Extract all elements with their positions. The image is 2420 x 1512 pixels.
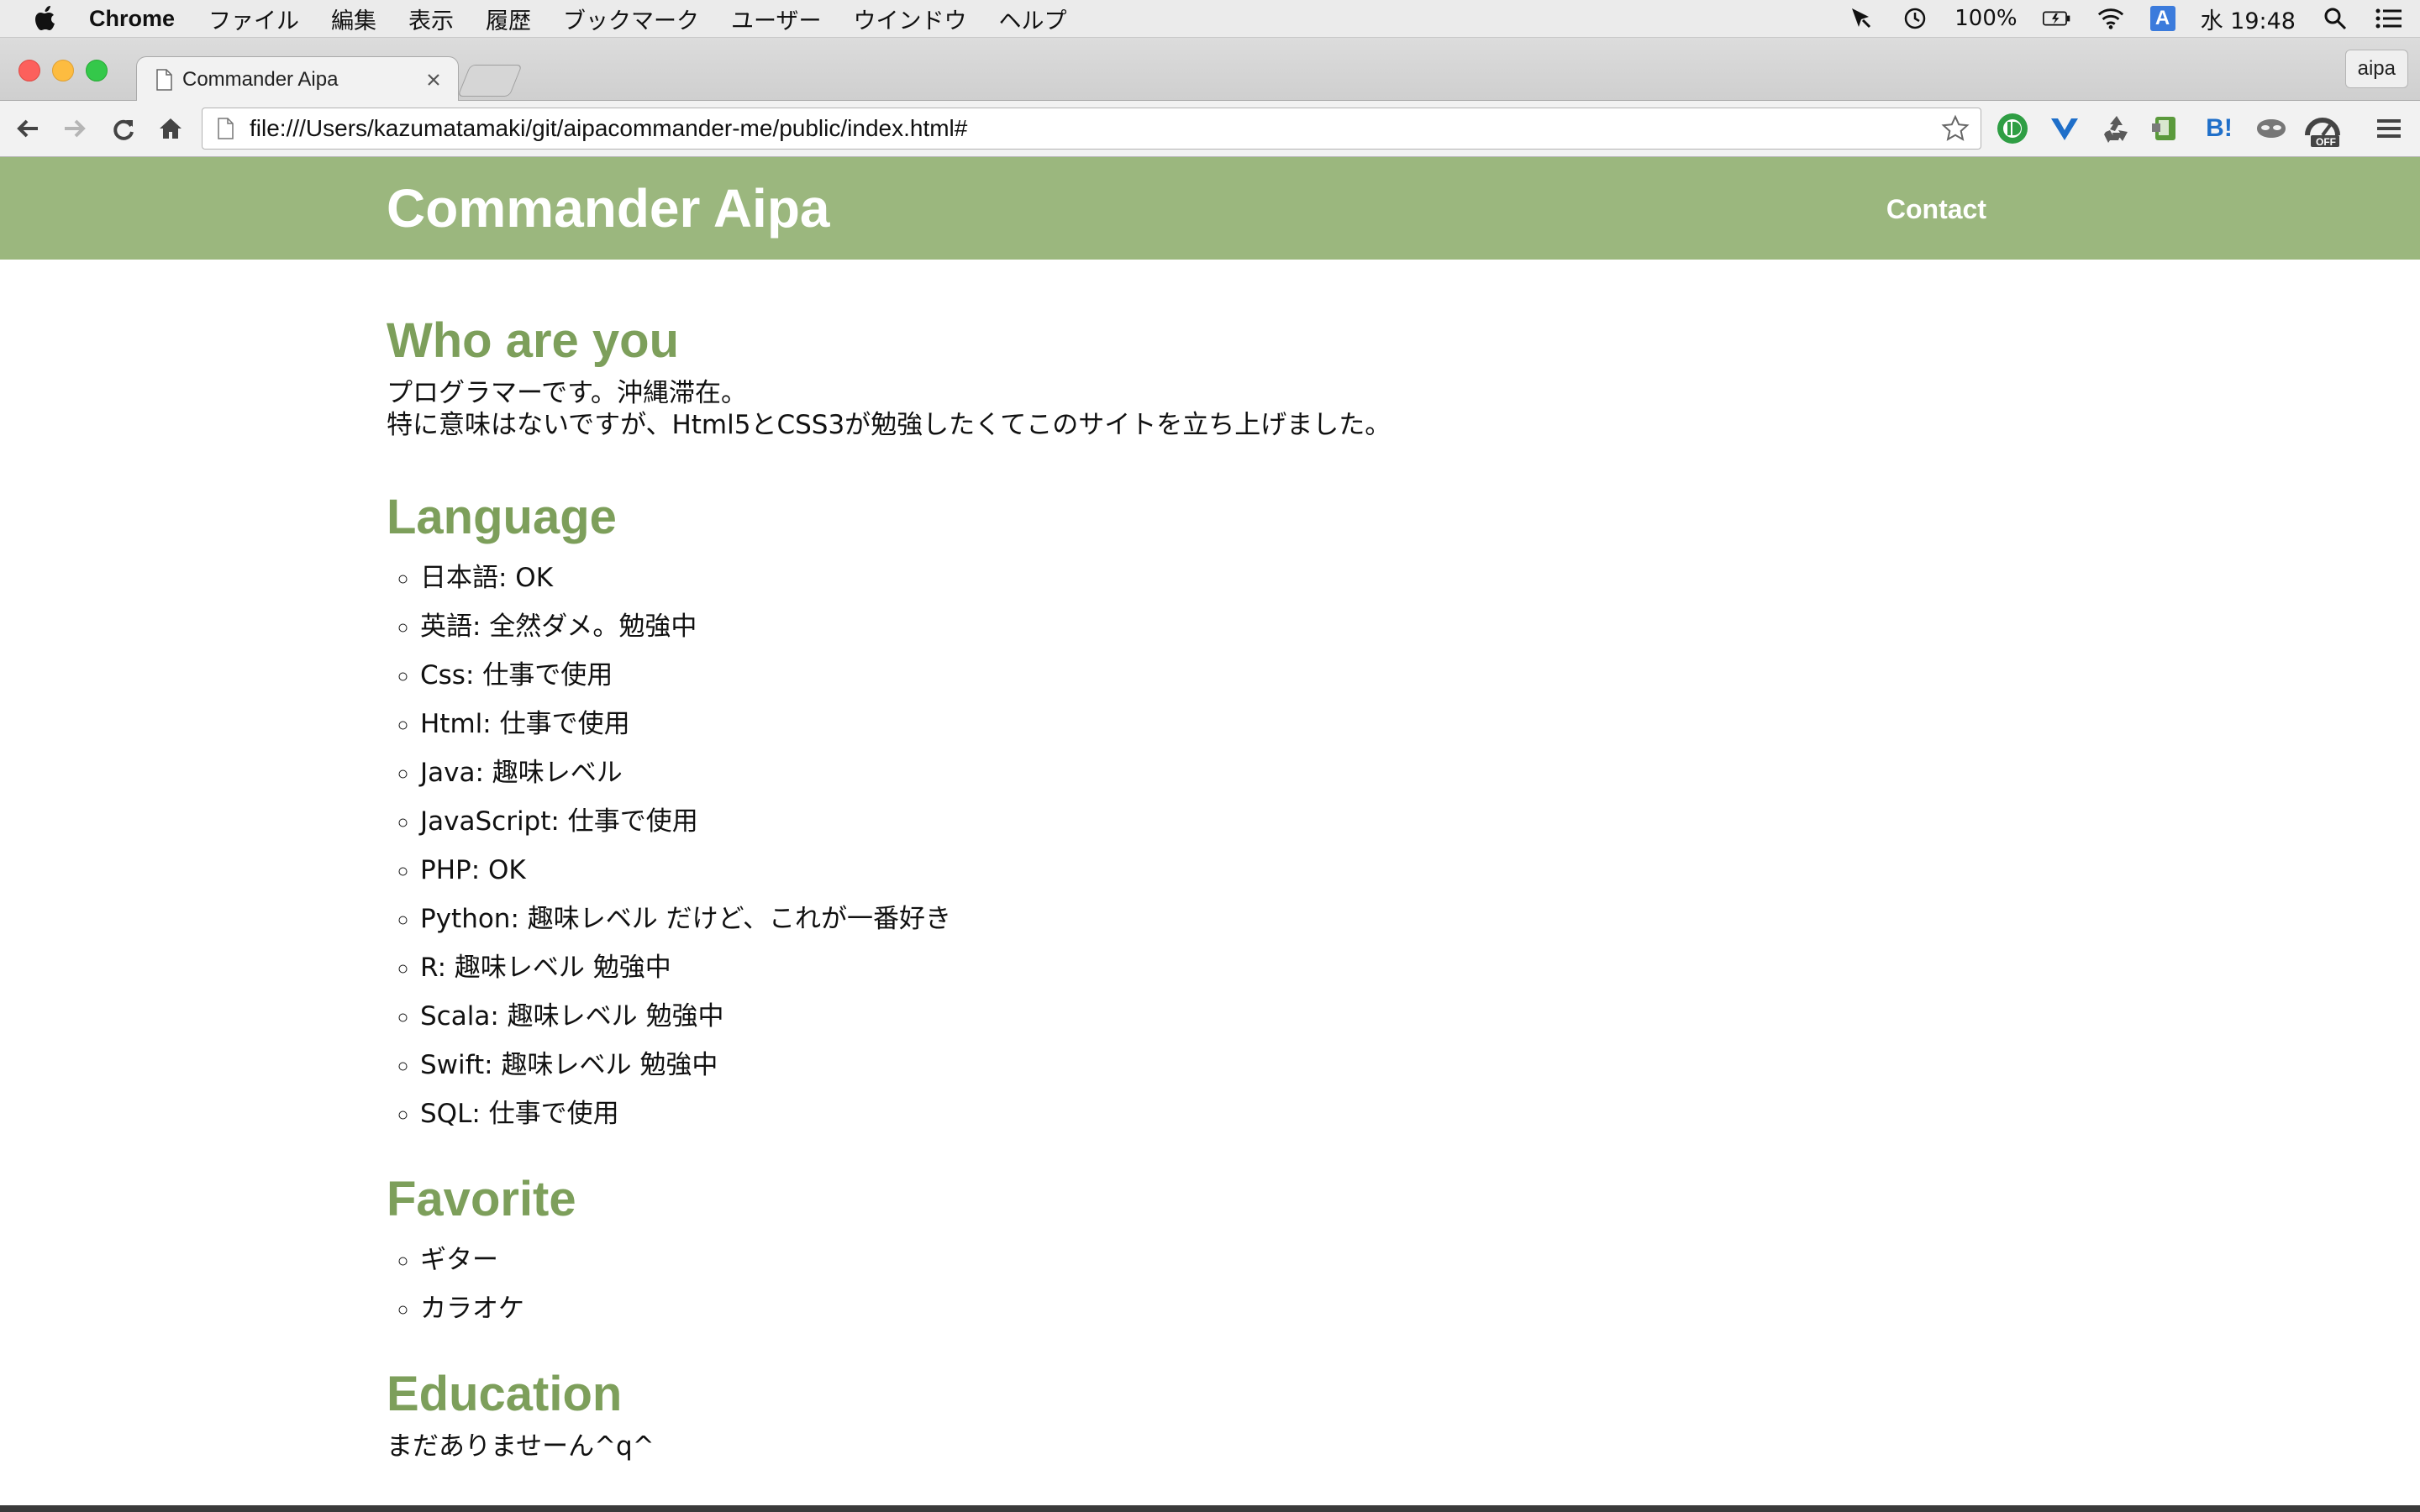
page-icon — [155, 68, 172, 91]
zoom-window-button[interactable] — [86, 60, 108, 81]
list-item: 英語: 全然ダメ。勉強中 — [420, 602, 2033, 651]
apple-icon[interactable] — [32, 4, 60, 33]
list-item: Python: 趣味レベル だけど、これが一番好き — [420, 895, 2033, 943]
site-title[interactable]: Commander Aipa — [387, 177, 830, 239]
home-icon[interactable] — [155, 113, 187, 144]
list-item: PHP: OK — [420, 846, 2033, 895]
list-item: Java: 趣味レベル — [420, 748, 2033, 797]
window-bottom-edge — [0, 1505, 2420, 1512]
list-item: Swift: 趣味レベル 勉強中 — [420, 1041, 2033, 1089]
section-education: Education まだありませーん^q^ — [387, 1365, 2033, 1462]
spotlight-search-icon[interactable] — [2321, 4, 2349, 33]
address-bar[interactable] — [202, 108, 1981, 150]
extension-recycle-icon[interactable] — [2099, 111, 2134, 146]
extension-id-icon[interactable] — [1995, 111, 2030, 146]
section-heading: Education — [387, 1367, 623, 1421]
extension-speedometer-off-icon[interactable]: OFF — [2302, 111, 2343, 148]
new-tab-button[interactable] — [457, 65, 523, 97]
profile-button[interactable]: aipa — [2344, 50, 2408, 88]
list-item: カラオケ — [420, 1284, 2033, 1333]
notification-center-icon[interactable] — [2375, 4, 2403, 33]
list-item: Scala: 趣味レベル 勉強中 — [420, 992, 2033, 1041]
clock[interactable]: 水 19:48 — [2201, 3, 2296, 35]
browser-toolbar: B! OFF — [0, 101, 2420, 157]
tab-commander-aipa[interactable]: Commander Aipa — [136, 56, 459, 102]
chrome-menu-icon[interactable] — [2371, 111, 2407, 146]
extension-off-label: OFF — [2316, 136, 2336, 148]
favorite-list: ギター カラオケ — [387, 1236, 2033, 1333]
list-item: Html: 仕事で使用 — [420, 700, 2033, 748]
list-item: SQL: 仕事で使用 — [420, 1089, 2033, 1138]
list-item: 日本語: OK — [420, 554, 2033, 602]
close-window-button[interactable] — [18, 60, 40, 81]
minimize-window-button[interactable] — [52, 60, 74, 81]
time-machine-icon[interactable] — [1901, 4, 1929, 33]
main-content: Who are you プログラマーです。沖縄滞在。 特に意味はないですが、Ht… — [387, 260, 2033, 1462]
menu-people[interactable]: ユーザー — [731, 3, 821, 35]
menu-history[interactable]: 履歴 — [486, 3, 531, 35]
section-heading: Language — [387, 490, 617, 544]
list-item: ギター — [420, 1236, 2033, 1284]
wifi-icon[interactable] — [2096, 4, 2125, 33]
cursor-icon[interactable] — [1847, 4, 1876, 33]
list-item: JavaScript: 仕事で使用 — [420, 797, 2033, 846]
section-who-are-you: Who are you プログラマーです。沖縄滞在。 特に意味はないですが、Ht… — [387, 312, 2033, 441]
extension-hatena-bookmark-icon[interactable]: B! — [2202, 111, 2237, 146]
menu-help[interactable]: ヘルプ — [998, 3, 1066, 35]
battery-icon[interactable] — [2042, 4, 2071, 33]
intro-line: プログラマーです。沖縄滞在。 — [387, 378, 748, 408]
url-input[interactable] — [248, 114, 1939, 143]
tab-strip: Commander Aipa aipa — [0, 38, 2420, 102]
extension-mask-icon[interactable] — [2254, 111, 2289, 146]
section-heading: Who are you — [387, 313, 680, 368]
tab-close-icon[interactable] — [421, 67, 446, 92]
reload-icon[interactable] — [108, 113, 139, 144]
section-language: Language 日本語: OK 英語: 全然ダメ。勉強中 Css: 仕事で使用… — [387, 488, 2033, 1138]
menu-view[interactable]: 表示 — [408, 3, 454, 35]
intro-line: 特に意味はないですが、Html5とCSS3が勉強したくてこのサイトを立ち上げまし… — [387, 410, 1392, 440]
menu-file[interactable]: ファイル — [208, 3, 299, 35]
list-item: R: 趣味レベル 勉強中 — [420, 943, 2033, 992]
menu-bar: Chrome ファイル 編集 表示 履歴 ブックマーク ユーザー ウインドウ ヘ… — [0, 0, 2420, 38]
tab-title: Commander Aipa — [182, 67, 339, 91]
section-heading: Favorite — [387, 1172, 576, 1226]
forward-icon[interactable] — [59, 113, 91, 144]
extension-evernote-icon[interactable] — [2148, 111, 2183, 146]
input-method-icon[interactable]: A — [2149, 6, 2175, 31]
contact-link[interactable]: Contact — [1886, 194, 1986, 225]
language-list: 日本語: OK 英語: 全然ダメ。勉強中 Css: 仕事で使用 Html: 仕事… — [387, 554, 2033, 1138]
education-text: まだありませーん^q^ — [387, 1431, 655, 1462]
site-header: Commander Aipa Contact — [0, 157, 2420, 260]
battery-percent: 100% — [1954, 6, 2018, 31]
extension-y-icon[interactable] — [2047, 111, 2082, 146]
menu-window[interactable]: ウインドウ — [853, 3, 966, 35]
list-item: Css: 仕事で使用 — [420, 651, 2033, 700]
app-menu-chrome[interactable]: Chrome — [89, 6, 175, 32]
page-icon — [213, 116, 238, 141]
back-icon[interactable] — [12, 113, 44, 144]
section-favorite: Favorite ギター カラオケ — [387, 1170, 2033, 1333]
menu-bookmarks[interactable]: ブックマーク — [563, 3, 699, 35]
menu-edit[interactable]: 編集 — [331, 3, 376, 35]
bookmark-star-icon[interactable] — [1939, 112, 1972, 145]
